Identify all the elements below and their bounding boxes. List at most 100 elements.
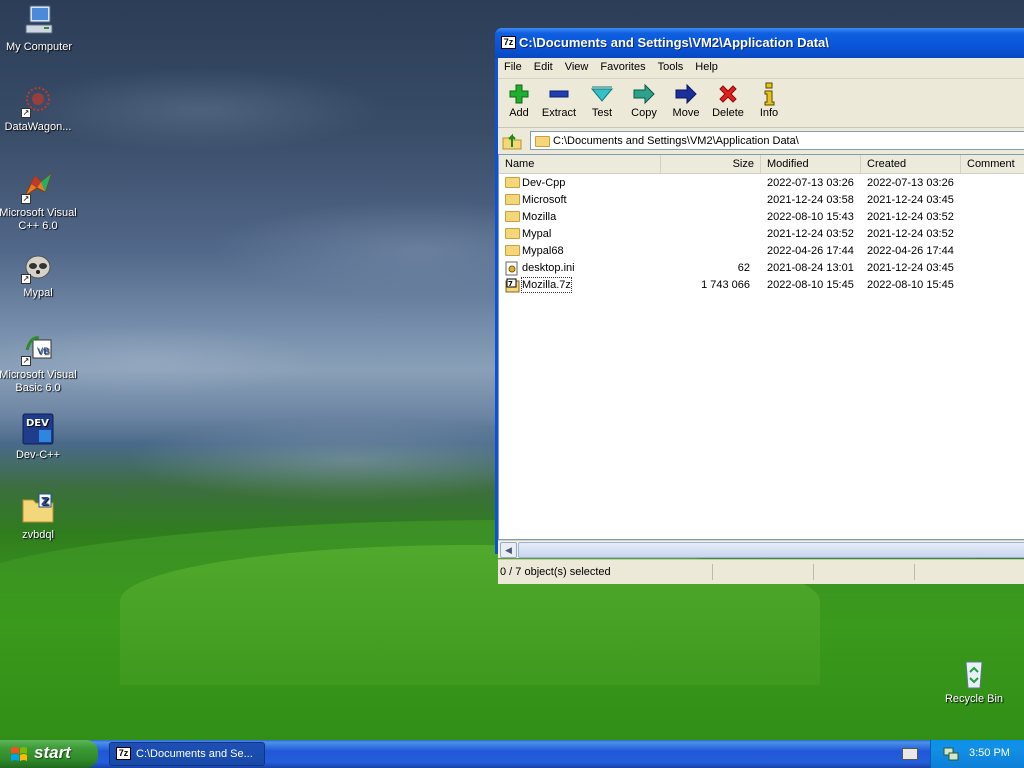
shortcut-arrow-icon: ↗ [21, 108, 31, 118]
desktop-icon-mypal[interactable]: ↗ Mypal [0, 250, 80, 300]
taskbar-item-label: C:\Documents and Se... [136, 748, 253, 760]
raccoon-icon: ↗ [21, 250, 55, 284]
status-bar: 0 / 7 object(s) selected [498, 559, 1024, 584]
menu-bar: File Edit View Favorites Tools Help [498, 58, 1024, 79]
folder-icon [505, 193, 520, 210]
delete-button[interactable]: Delete [707, 81, 749, 119]
windows-logo-icon [11, 747, 27, 761]
desktop-icon-label: DataWagon... [4, 121, 72, 133]
file-size: 1 743 066 [701, 279, 750, 291]
desktop-icon-label: Mypal [23, 287, 53, 299]
column-size[interactable]: Size [661, 155, 761, 173]
table-row[interactable]: Microsoft 2021-12-24 03:58 2021-12-24 03:4… [499, 192, 1024, 209]
table-row[interactable]: Dev-Cpp 2022-07-13 03:26 2022-07-13 03:26 [499, 175, 1024, 192]
table-row[interactable]: Mypal 2021-12-24 03:52 2021-12-24 03:52 [499, 226, 1024, 243]
menu-tools[interactable]: Tools [652, 58, 690, 73]
file-name: Microsoft [522, 194, 567, 206]
status-segment [916, 564, 1024, 580]
menu-help[interactable]: Help [689, 58, 724, 73]
column-name[interactable]: Name [499, 155, 661, 173]
desktop-icon-datawagon[interactable]: ↗ DataWagon... [0, 84, 80, 134]
window-title: C:\Documents and Settings\VM2\Applicatio… [519, 35, 829, 50]
test-button[interactable]: Test [581, 81, 623, 119]
desktop-icon-label: My Computer [5, 41, 73, 53]
scroll-left-button[interactable]: ◀ [500, 542, 517, 558]
keyboard-icon[interactable] [902, 748, 918, 760]
menu-edit[interactable]: Edit [528, 58, 559, 73]
folder-icon [505, 210, 520, 227]
shortcut-arrow-icon: ↗ [21, 194, 31, 204]
table-row[interactable]: Mypal68 2022-04-26 17:44 2022-04-26 17:44 [499, 243, 1024, 260]
extract-label: Extract [541, 107, 577, 119]
file-name: Mozilla.7z [521, 277, 572, 293]
file-modified: 2022-08-10 15:43 [767, 211, 854, 223]
folder-icon [505, 244, 520, 261]
table-row[interactable]: 7 Mozilla.7z 1 743 066 2022-08-10 15:45 2022… [499, 277, 1024, 294]
start-button[interactable]: start [0, 740, 98, 768]
file-name: Mypal [522, 228, 552, 240]
address-field[interactable]: C:\Documents and Settings\VM2\Applicatio… [530, 131, 1024, 150]
folder-up-button[interactable] [502, 132, 522, 150]
taskbar-item-file-manager[interactable]: 7z C:\Documents and Se... [109, 742, 265, 766]
column-created[interactable]: Created [861, 155, 961, 173]
file-created: 2022-04-26 17:44 [867, 245, 954, 257]
move-button[interactable]: Move [665, 81, 707, 119]
column-modified[interactable]: Modified [761, 155, 861, 173]
folder-icon [505, 227, 520, 244]
table-row[interactable]: Mozilla 2022-08-10 15:43 2021-12-24 03:52 [499, 209, 1024, 226]
info-label: Info [759, 107, 779, 119]
app-badge-text: 7z [118, 748, 129, 758]
table-row[interactable]: desktop.ini 62 2021-08-24 13:01 2021-12-24 … [499, 260, 1024, 277]
desktop-icon-my-computer[interactable]: My Computer [0, 4, 81, 54]
desktop-icon-label: Dev-C++ [15, 449, 61, 461]
column-comment[interactable]: Comment [961, 155, 1024, 173]
7zip-app-icon[interactable]: 7z [501, 36, 516, 49]
window-titlebar[interactable]: 7z C:\Documents and Settings\VM2\Applica… [495, 28, 1024, 58]
add-label: Add [509, 107, 529, 119]
copy-button[interactable]: Copy [623, 81, 665, 119]
folder-up-icon [502, 133, 522, 150]
info-button[interactable]: Info [748, 81, 790, 119]
status-segment [815, 564, 915, 580]
scroll-thumb[interactable] [518, 542, 1024, 558]
desktop-icon-label: Microsoft Visual Basic 6.0 [0, 369, 77, 394]
svg-text:7: 7 [508, 280, 513, 288]
shortcut-arrow-icon: ↗ [21, 274, 31, 284]
toolbar: Add Extract Test Copy Move Delete Info [498, 79, 1024, 128]
visual-cpp-icon: ↗ [21, 170, 55, 204]
file-created: 2021-12-24 03:52 [867, 211, 954, 223]
menu-file[interactable]: File [498, 58, 528, 73]
extract-button[interactable]: Extract [538, 81, 580, 119]
file-created: 2022-08-10 15:45 [867, 279, 954, 291]
folder-icon [505, 176, 520, 193]
check-icon [590, 86, 614, 102]
file-manager-window: 7z C:\Documents and Settings\VM2\Applica… [495, 28, 1024, 584]
desktop-icon-zvbdql[interactable]: Z zvbdql [0, 492, 80, 542]
file-name: Mypal68 [522, 245, 564, 257]
clock[interactable]: 3:50 PM [969, 747, 1010, 759]
move-arrow-icon [675, 83, 697, 105]
status-segment [714, 564, 814, 580]
file-name: Mozilla [522, 211, 557, 223]
desktop-icon-dev-cpp[interactable]: DEV Dev-C++ [0, 412, 80, 462]
file-name: desktop.ini [522, 262, 575, 274]
file-modified: 2022-04-26 17:44 [767, 245, 854, 257]
file-created: 2021-12-24 03:45 [867, 262, 954, 274]
start-label: start [34, 743, 71, 762]
desktop-icon-visual-basic[interactable]: VB ↗ Microsoft Visual Basic 6.0 [0, 332, 80, 395]
desktop-icon-visual-cpp[interactable]: ↗ Microsoft Visual C++ 6.0 [0, 170, 80, 233]
status-text: 0 / 7 object(s) selected [498, 564, 713, 580]
menu-favorites[interactable]: Favorites [594, 58, 651, 73]
menu-view[interactable]: View [559, 58, 595, 73]
test-label: Test [591, 107, 613, 119]
7zip-app-icon: 7z [116, 747, 131, 760]
horizontal-scrollbar[interactable]: ◀ [498, 540, 1024, 558]
svg-text:Z: Z [41, 495, 49, 508]
folder-icon [535, 135, 550, 149]
file-list[interactable]: Name Size Modified Created Comment Dev-C… [498, 154, 1024, 540]
network-icon[interactable] [943, 746, 959, 762]
file-size: 62 [737, 262, 750, 274]
file-created: 2022-07-13 03:26 [867, 177, 954, 189]
add-button[interactable]: Add [498, 81, 540, 119]
desktop-icon-recycle-bin[interactable]: Recycle Bin [932, 656, 1016, 706]
